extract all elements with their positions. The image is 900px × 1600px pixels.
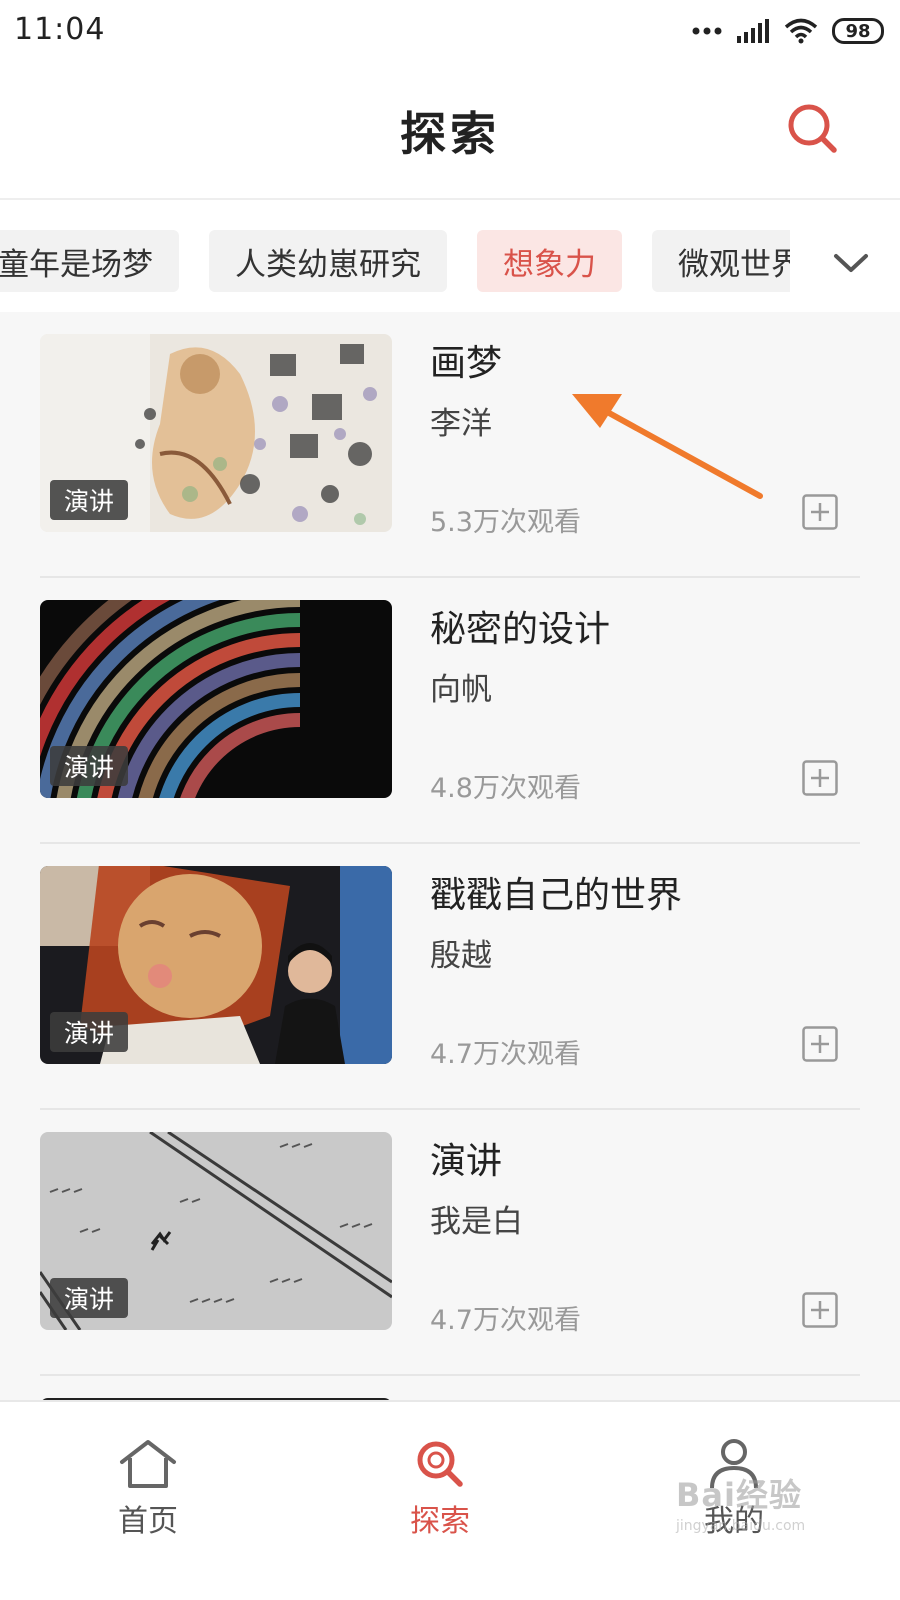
video-title[interactable]: 戳戳自己的世界 — [430, 866, 682, 918]
list-item[interactable]: 演讲 画梦 李洋 5.3万次观看 — [40, 312, 860, 578]
video-author: 向帆 — [430, 672, 492, 708]
search-button[interactable] — [784, 100, 844, 160]
category-tabs: 童年是场梦 人类幼崽研究 想象力 微观世界 — [0, 200, 900, 312]
view-count: 4.7万次观看 — [430, 1039, 581, 1070]
list-item[interactable]: 演讲 演讲 我是白 4.7万次观看 — [40, 1110, 860, 1376]
category-badge: 演讲 — [50, 746, 129, 786]
search-icon — [417, 1441, 463, 1487]
category-badge: 演讲 — [50, 480, 129, 520]
video-author: 我是白 — [430, 1204, 523, 1240]
category-badge: 演讲 — [50, 1278, 129, 1318]
status-time: 11:04 — [14, 12, 106, 47]
video-author: 殷越 — [430, 938, 492, 974]
add-button[interactable] — [802, 1292, 838, 1328]
page-header: 探索 — [0, 62, 900, 200]
page-title: 探索 — [400, 107, 500, 161]
video-title[interactable]: 画梦 — [430, 334, 502, 386]
nav-item-home[interactable]: 首页 — [68, 1438, 228, 1540]
video-thumbnail[interactable]: 演讲 — [40, 334, 392, 532]
bottom-nav: 首页 探索 我的 — [0, 1400, 900, 1600]
add-button[interactable] — [802, 1026, 838, 1062]
user-icon — [710, 1439, 758, 1489]
battery-icon: 98 — [832, 18, 884, 44]
add-icon — [802, 1292, 838, 1328]
nav-label: 探索 — [410, 1504, 470, 1539]
add-icon — [802, 1026, 838, 1062]
tab-category[interactable]: 童年是场梦 — [0, 230, 179, 292]
nav-label: 我的 — [704, 1504, 764, 1539]
video-title[interactable]: 演讲 — [430, 1132, 502, 1184]
video-author: 李洋 — [430, 406, 492, 442]
tab-category-active[interactable]: 想象力 — [477, 230, 622, 292]
battery-level: 98 — [845, 20, 871, 42]
nav-item-explore[interactable]: 探索 — [360, 1438, 520, 1540]
add-button[interactable] — [802, 494, 838, 530]
list-item[interactable]: 演讲 戳戳自己的世界 殷越 4.7万次观看 — [40, 844, 860, 1110]
view-count: 5.3万次观看 — [430, 507, 581, 538]
tabs-track[interactable]: 童年是场梦 人类幼崽研究 想象力 微观世界 — [0, 230, 812, 292]
video-thumbnail[interactable]: 演讲 — [40, 600, 392, 798]
category-badge: 演讲 — [50, 1012, 129, 1052]
search-icon — [788, 104, 837, 153]
view-count: 4.8万次观看 — [430, 773, 581, 804]
nav-item-profile[interactable]: 我的 — [654, 1438, 814, 1540]
video-title[interactable]: 秘密的设计 — [430, 600, 610, 652]
tabs-expand-button[interactable] — [828, 244, 874, 280]
view-count: 4.7万次观看 — [430, 1305, 581, 1336]
more-dots-icon — [692, 27, 722, 35]
video-list[interactable]: 演讲 画梦 李洋 5.3万次观看 演讲 秘密的设计 向帆 4.8万次观看 演讲 … — [0, 312, 900, 1400]
signal-icon — [737, 19, 769, 43]
wifi-icon — [784, 18, 818, 44]
tab-category[interactable]: 人类幼崽研究 — [209, 230, 447, 292]
video-thumbnail[interactable]: 演讲 — [40, 1132, 392, 1330]
add-button[interactable] — [802, 760, 838, 796]
chevron-down-icon — [834, 254, 868, 272]
add-icon — [802, 760, 838, 796]
nav-label: 首页 — [118, 1504, 178, 1539]
status-bar: 11:04 98 — [0, 0, 900, 62]
list-item[interactable]: 演讲 秘密的设计 向帆 4.8万次观看 — [40, 578, 860, 844]
add-icon — [802, 494, 838, 530]
home-icon — [120, 1440, 176, 1488]
video-thumbnail[interactable]: 演讲 — [40, 866, 392, 1064]
status-icons: 98 — [692, 14, 884, 48]
tab-category[interactable]: 微观世界 — [652, 230, 812, 292]
